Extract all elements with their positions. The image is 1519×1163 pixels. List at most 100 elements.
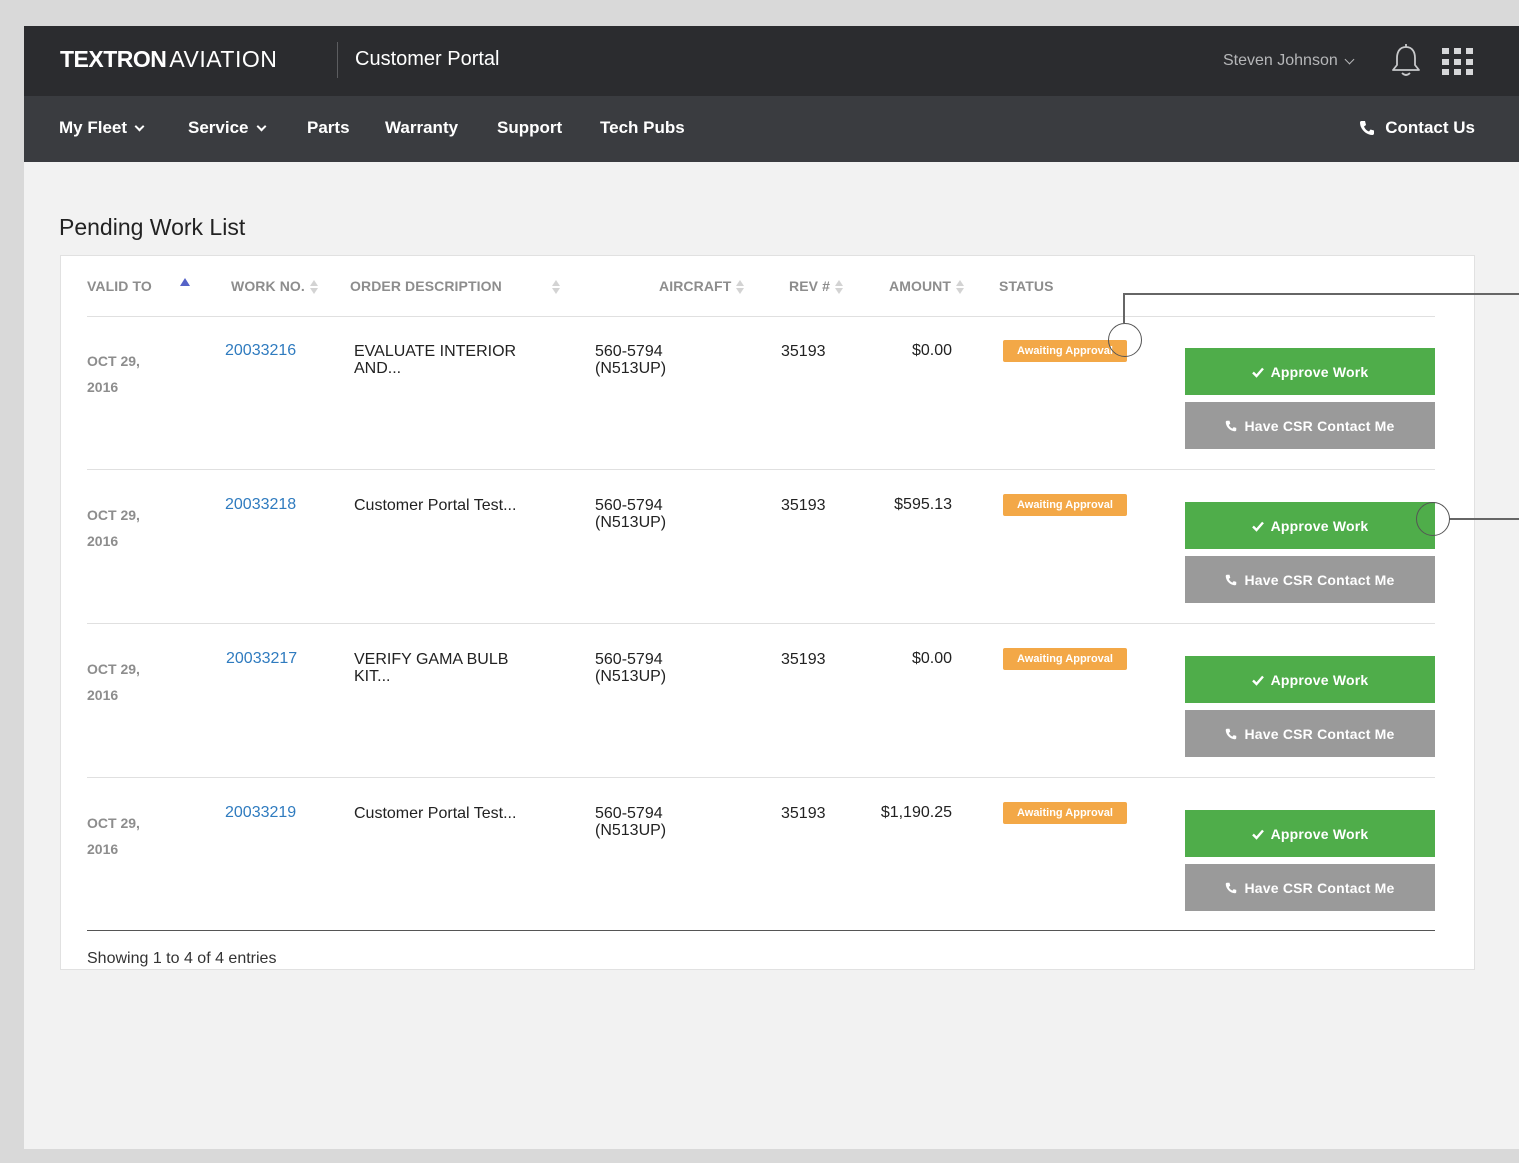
annotation-line: [1123, 293, 1519, 295]
desc-line: KIT...: [354, 668, 391, 685]
status-badge: Awaiting Approval: [1003, 494, 1127, 516]
nav-warranty[interactable]: Warranty: [385, 118, 458, 138]
sort-icon: [834, 279, 843, 295]
chevron-down-icon: [134, 121, 145, 131]
aircraft-line: 560-5794: [595, 651, 663, 668]
approve-label: Approve Work: [1270, 825, 1369, 842]
sort-icon: [309, 279, 318, 295]
sort-icon: [956, 279, 965, 295]
check-icon: [1251, 367, 1264, 378]
aircraft-line: 560-5794: [595, 343, 663, 360]
valid-to-date: OCT 29, 2016: [87, 502, 140, 554]
approve-label: Approve Work: [1270, 517, 1369, 534]
approve-label: Approve Work: [1270, 671, 1369, 688]
work-no-link[interactable]: 20033218: [225, 496, 296, 513]
nav-support[interactable]: Support: [497, 118, 562, 138]
approve-work-button[interactable]: Approve Work: [1185, 810, 1435, 857]
aircraft-line: 560-5794: [595, 497, 663, 514]
apps-grid-icon[interactable]: [1442, 48, 1474, 76]
work-no-link[interactable]: 20033216: [225, 342, 296, 359]
desc-line: EVALUATE INTERIOR: [354, 343, 517, 360]
column-header-aircraft[interactable]: AIRCRAFT: [659, 278, 745, 295]
contact-us-link[interactable]: Contact Us: [1359, 118, 1475, 138]
rev-number: 35193: [781, 497, 826, 514]
aircraft-line: (N513UP): [595, 360, 667, 377]
have-csr-contact-me-button[interactable]: Have CSR Contact Me: [1185, 710, 1435, 757]
column-header-valid-to[interactable]: VALID TO: [87, 278, 152, 294]
column-header-label: ORDER DESCRIPTION: [350, 278, 502, 294]
nav-label: My Fleet: [59, 118, 128, 137]
column-header-rev[interactable]: REV #: [789, 278, 843, 295]
have-csr-contact-me-button[interactable]: Have CSR Contact Me: [1185, 556, 1435, 603]
column-header-work-no[interactable]: WORK NO.: [231, 278, 318, 295]
desc-line: Customer Portal Test...: [354, 805, 517, 822]
order-description: VERIFY GAMA BULB KIT...: [354, 651, 544, 685]
date-line: 2016: [87, 687, 119, 703]
textron-aviation-logo[interactable]: TEXTRON AVIATION: [60, 46, 277, 73]
annotation-line: [1449, 518, 1519, 520]
aircraft-line: (N513UP): [595, 514, 667, 531]
check-icon: [1251, 675, 1264, 686]
column-header-label: VALID TO: [87, 278, 152, 294]
logo-text-thin: AVIATION: [169, 46, 278, 72]
table-row: OCT 29, 2016 20033219 Customer Portal Te…: [61, 778, 1476, 932]
column-header-label: AIRCRAFT: [659, 278, 732, 294]
sort-icon[interactable]: [552, 278, 560, 295]
app-frame: TEXTRON AVIATION Customer Portal Steven …: [24, 26, 1519, 1149]
aircraft-line: 560-5794: [595, 805, 663, 822]
date-line: OCT 29,: [87, 661, 140, 677]
approve-work-button[interactable]: Approve Work: [1185, 502, 1435, 549]
approve-work-button[interactable]: Approve Work: [1185, 656, 1435, 703]
sort-icon: [736, 279, 745, 295]
annotation-circle: [1108, 323, 1142, 357]
aircraft: 560-5794 (N513UP): [595, 651, 715, 685]
valid-to-date: OCT 29, 2016: [87, 656, 140, 708]
nav-label: Parts: [307, 118, 350, 137]
column-header-status[interactable]: STATUS: [999, 278, 1054, 294]
csr-label: Have CSR Contact Me: [1244, 725, 1395, 742]
bell-icon[interactable]: [1389, 43, 1423, 79]
phone-icon: [1226, 882, 1237, 893]
column-header-label: WORK NO.: [231, 278, 305, 294]
nav-label: Warranty: [385, 118, 459, 137]
column-header-amount[interactable]: AMOUNT: [889, 278, 965, 295]
phone-icon: [1226, 728, 1237, 739]
nav-tech-pubs[interactable]: Tech Pubs: [600, 118, 685, 138]
main-nav: My Fleet Service Parts Warranty Support …: [24, 96, 1519, 162]
aircraft: 560-5794 (N513UP): [595, 805, 715, 839]
annotation-line: [1123, 293, 1125, 323]
column-header-order-description[interactable]: ORDER DESCRIPTION: [350, 278, 502, 294]
have-csr-contact-me-button[interactable]: Have CSR Contact Me: [1185, 402, 1435, 449]
work-no-link[interactable]: 20033219: [225, 804, 296, 821]
annotation-circle: [1416, 502, 1450, 536]
phone-icon: [1226, 574, 1237, 585]
check-icon: [1251, 521, 1264, 532]
user-menu[interactable]: Steven Johnson: [1223, 52, 1355, 70]
nav-service[interactable]: Service: [188, 118, 266, 138]
work-no-link[interactable]: 20033217: [226, 650, 297, 667]
desc-line: Customer Portal Test...: [354, 497, 517, 514]
table-row: OCT 29, 2016 20033218 Customer Portal Te…: [61, 470, 1476, 624]
phone-icon: [1360, 121, 1375, 135]
nav-parts[interactable]: Parts: [307, 118, 350, 138]
user-name: Steven Johnson: [1223, 52, 1338, 69]
sort-ascending-icon[interactable]: [180, 278, 190, 286]
page-title: Pending Work List: [59, 214, 246, 240]
date-line: OCT 29,: [87, 507, 140, 523]
order-description: EVALUATE INTERIOR AND...: [354, 343, 544, 377]
date-line: 2016: [87, 841, 119, 857]
amount: $0.00: [911, 650, 952, 667]
order-description: Customer Portal Test...: [354, 497, 544, 514]
amount: $595.13: [894, 496, 952, 513]
approve-label: Approve Work: [1270, 363, 1369, 380]
nav-my-fleet[interactable]: My Fleet: [59, 118, 145, 138]
have-csr-contact-me-button[interactable]: Have CSR Contact Me: [1185, 864, 1435, 911]
table-bottom-border: [87, 930, 1435, 931]
status-badge: Awaiting Approval: [1003, 802, 1127, 824]
top-header: TEXTRON AVIATION Customer Portal Steven …: [24, 26, 1519, 96]
nav-label: Support: [497, 118, 563, 137]
rev-number: 35193: [781, 651, 826, 668]
approve-work-button[interactable]: Approve Work: [1185, 348, 1435, 395]
nav-label: Service: [188, 118, 249, 137]
csr-label: Have CSR Contact Me: [1244, 571, 1395, 588]
